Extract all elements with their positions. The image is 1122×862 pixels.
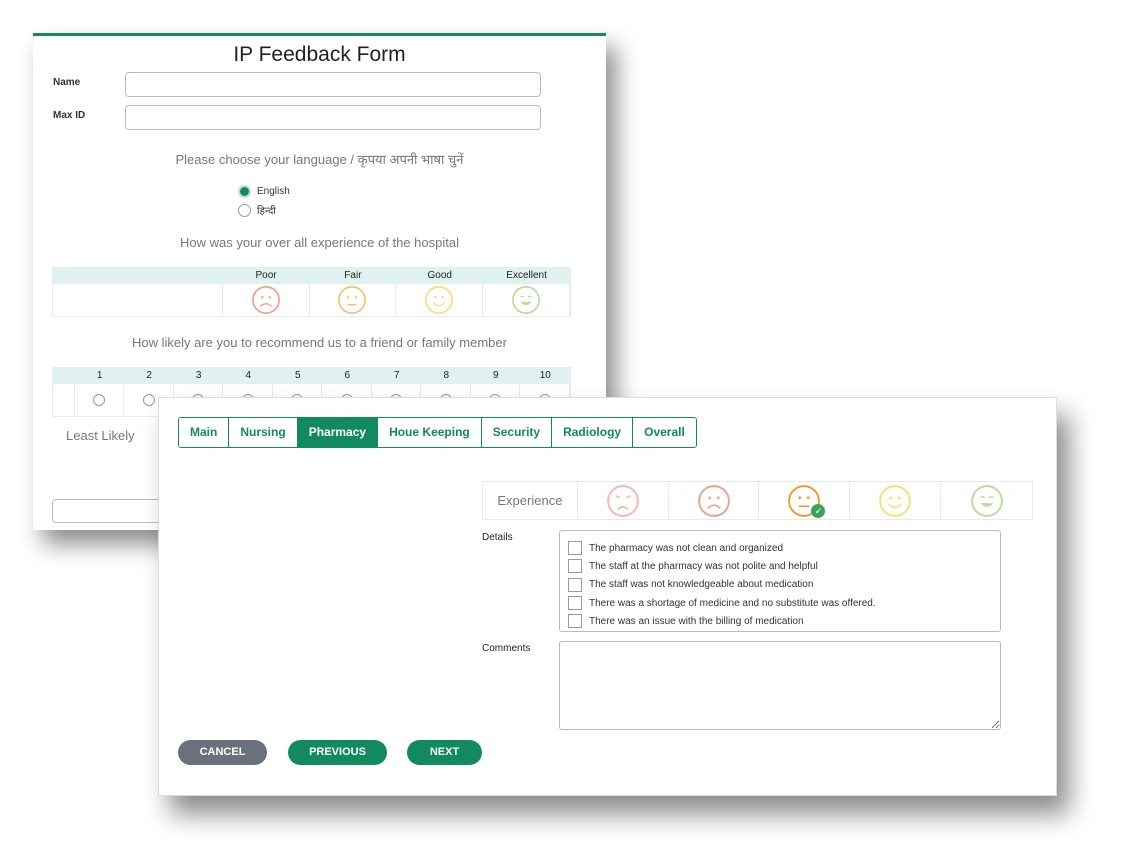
tab-houe-keeping[interactable]: Houe Keeping — [378, 418, 482, 447]
least-likely-label: Least Likely — [66, 428, 135, 443]
scale-header: 9 — [493, 370, 499, 381]
detail-checkbox-row[interactable]: There was a shortage of medicine and no … — [568, 594, 1000, 612]
radio-button[interactable] — [142, 394, 155, 406]
checkbox[interactable] — [568, 541, 582, 556]
detail-checkbox-row[interactable]: The staff was not knowledgeable about me… — [568, 576, 1000, 594]
tab-overall[interactable]: Overall — [633, 418, 696, 447]
checkbox[interactable] — [568, 577, 582, 592]
tab-nursing[interactable]: Nursing — [229, 418, 298, 447]
checkbox[interactable] — [568, 596, 582, 611]
radio-button[interactable] — [238, 203, 251, 217]
comments-label: Comments — [482, 643, 531, 654]
col-header: Poor — [255, 270, 277, 281]
neutral-face-icon[interactable]: ✓ — [759, 482, 851, 519]
scale-header: 7 — [393, 370, 400, 381]
radio-button[interactable] — [238, 185, 251, 198]
name-input[interactable] — [125, 72, 541, 97]
checkbox-label: The pharmacy was not clean and organized — [589, 542, 784, 554]
tab-pharmacy[interactable]: Pharmacy — [297, 418, 379, 447]
details-label: Details — [482, 532, 513, 543]
hidden-input[interactable] — [52, 499, 172, 523]
detail-checkbox-row[interactable]: The staff at the pharmacy was not polite… — [568, 557, 1000, 575]
scale-header: 10 — [539, 370, 551, 381]
scale-header: 4 — [245, 370, 251, 381]
detail-checkbox-row[interactable]: The pharmacy was not clean and organized — [568, 539, 1000, 557]
scale-header: 5 — [294, 370, 301, 381]
neutral-face-icon[interactable] — [310, 284, 397, 316]
scale-header: 6 — [344, 370, 351, 381]
experience-label: Experience — [483, 482, 578, 519]
radio-label: हिन्दी — [257, 206, 276, 217]
experience-table: Poor Fair Good Excellent — [52, 267, 571, 317]
tab-main[interactable]: Main — [179, 418, 230, 447]
scale-header: 3 — [195, 370, 202, 381]
sad-face-icon[interactable] — [223, 284, 310, 316]
scale-header: 8 — [443, 370, 450, 381]
experience-rating: Experience ✓ — [482, 481, 1033, 520]
tab-security[interactable]: Security — [481, 418, 553, 447]
sad-face-icon[interactable] — [669, 482, 760, 519]
col-header: Fair — [344, 270, 362, 281]
col-header: Good — [427, 270, 452, 281]
radio-label: English — [257, 186, 290, 197]
angry-face-icon[interactable] — [578, 482, 669, 519]
comments-textarea[interactable] — [559, 641, 1001, 730]
scale-header: 1 — [96, 370, 103, 381]
radio-hindi[interactable]: हिन्दी — [238, 203, 276, 217]
col-header: Excellent — [506, 270, 547, 281]
next-button[interactable]: NEXT — [407, 740, 482, 765]
checkbox[interactable] — [568, 559, 582, 574]
maxid-input[interactable] — [125, 105, 541, 130]
detail-checkbox-row[interactable]: There was an issue with the billing of m… — [568, 612, 1000, 630]
smile-face-icon[interactable] — [396, 284, 484, 316]
checkbox-label: The staff was not knowledgeable about me… — [589, 579, 814, 591]
name-label: Name — [53, 77, 81, 88]
checkbox-label: The staff at the pharmacy was not polite… — [589, 560, 818, 572]
scale-header: 2 — [146, 370, 152, 381]
checkbox-label: There was a shortage of medicine and no … — [589, 597, 876, 609]
form-title: IP Feedback Form — [233, 43, 406, 66]
language-prompt: Please choose your language / कृपया अपनी… — [175, 152, 464, 167]
radio-english[interactable]: English — [238, 185, 290, 198]
details-checklist: The pharmacy was not clean and organized… — [559, 530, 1001, 632]
cancel-button[interactable]: CANCEL — [178, 740, 267, 765]
grin-face-icon[interactable] — [941, 482, 1032, 519]
checkbox-label: There was an issue with the billing of m… — [589, 615, 804, 627]
tab-radiology[interactable]: Radiology — [552, 418, 634, 447]
previous-button[interactable]: PREVIOUS — [288, 740, 387, 765]
grin-face-icon[interactable] — [483, 284, 570, 316]
recommend-question: How likely are you to recommend us to a … — [132, 335, 507, 350]
experience-question: How was your over all experience of the … — [180, 235, 459, 250]
pharmacy-feedback-window: Main Nursing Pharmacy Houe Keeping Security R… — [158, 397, 1057, 796]
check-icon: ✓ — [811, 504, 826, 518]
scale-radio-cell[interactable] — [75, 384, 125, 416]
section-tabs: Main Nursing Pharmacy Houe Keeping Security R… — [178, 417, 697, 448]
radio-button[interactable] — [93, 394, 106, 406]
checkbox[interactable] — [568, 614, 582, 629]
maxid-label: Max ID — [53, 110, 86, 121]
smile-face-icon[interactable] — [850, 482, 942, 519]
